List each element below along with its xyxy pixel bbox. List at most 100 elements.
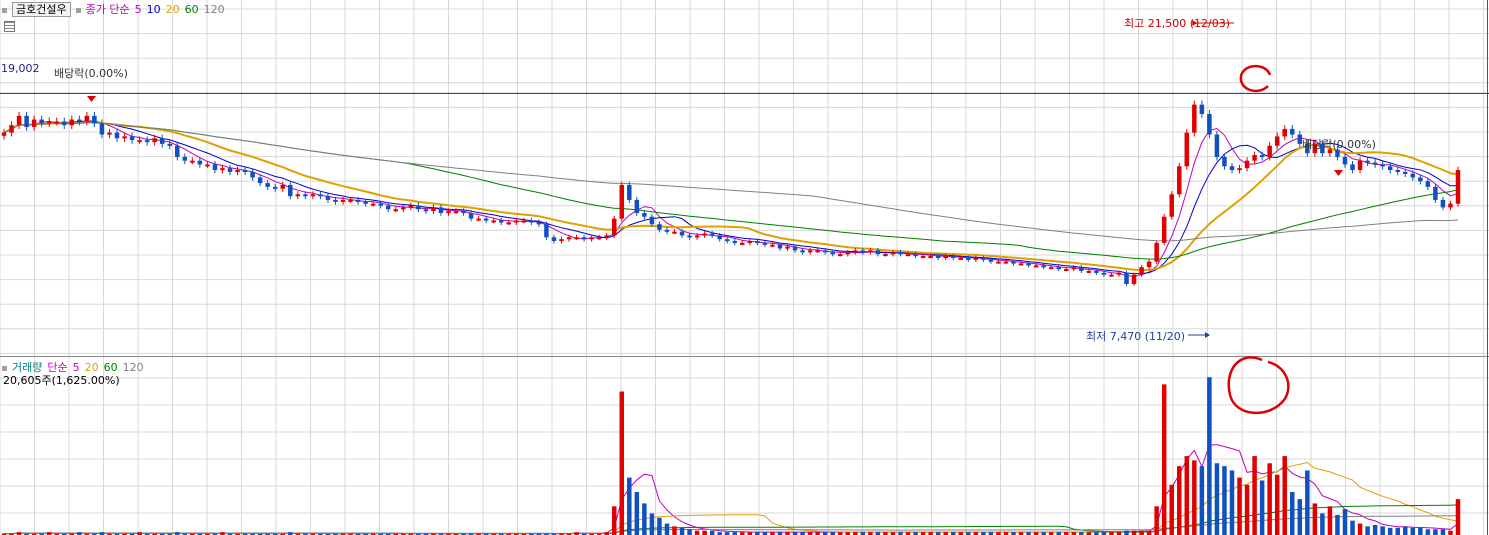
candle — [385, 205, 391, 210]
table-view-icon[interactable] — [4, 21, 15, 32]
candle — [242, 170, 248, 173]
ma-120-label: 120 — [203, 3, 225, 16]
candle — [905, 254, 911, 257]
candle — [1357, 160, 1363, 171]
volume-bar — [1305, 470, 1310, 535]
volume-ma-title: 단순 — [47, 361, 68, 374]
ma-10-label: 10 — [146, 3, 161, 16]
volume-bar — [702, 530, 707, 535]
volume-bar — [687, 529, 692, 535]
candle — [807, 250, 813, 253]
chart-grid — [0, 0, 1489, 535]
volume-bar — [1184, 456, 1190, 535]
candle — [935, 255, 941, 258]
candle — [1124, 272, 1129, 284]
volume-bar — [1139, 530, 1144, 535]
candle — [1448, 203, 1453, 208]
candle — [1455, 170, 1461, 204]
volume-bar — [1342, 509, 1348, 535]
candle — [212, 164, 218, 171]
candle — [657, 224, 662, 230]
candle — [1169, 194, 1174, 217]
annotations — [87, 20, 1343, 415]
candle — [31, 119, 37, 128]
candle — [39, 119, 44, 124]
vol-ma-60-label: 60 — [103, 361, 118, 374]
vol-ma-120-label: 120 — [122, 361, 144, 374]
candle — [1274, 136, 1280, 146]
candle — [355, 199, 361, 202]
candle — [966, 257, 971, 260]
candle — [1342, 156, 1348, 165]
volume-bar — [664, 523, 670, 535]
candle — [453, 211, 459, 214]
candle — [822, 250, 828, 253]
price-moving-averages — [3, 120, 1459, 277]
candle — [1207, 113, 1212, 135]
candle — [996, 261, 1001, 264]
candle — [1, 132, 7, 136]
ma-5-label: 5 — [134, 3, 142, 16]
candle — [770, 244, 775, 247]
volume-bar — [1290, 491, 1295, 535]
candle — [408, 205, 414, 208]
volume-bar — [1207, 377, 1212, 535]
candle — [1372, 162, 1378, 165]
candle — [476, 218, 481, 221]
volume-bar — [1192, 460, 1197, 535]
candle — [1440, 199, 1446, 208]
candle — [310, 194, 316, 197]
volume-bar — [1154, 506, 1159, 535]
volume-bar — [1259, 480, 1265, 535]
candle — [1154, 242, 1159, 262]
volume-bar — [1169, 484, 1174, 535]
volume-bar — [1214, 463, 1220, 535]
candle — [1041, 265, 1046, 268]
candle — [943, 255, 948, 258]
candle — [288, 184, 293, 197]
candle — [875, 250, 881, 255]
volume-bar — [1365, 526, 1370, 535]
candlestick-series — [1, 100, 1461, 286]
vol-ma-20-label: 20 — [84, 361, 99, 374]
volume-bar — [1327, 506, 1333, 535]
candle — [890, 252, 896, 255]
candle — [981, 257, 986, 260]
candle — [566, 237, 572, 240]
dividend-marker-1 — [87, 96, 96, 102]
candle — [423, 209, 429, 212]
dividend-marker-2 — [1334, 170, 1343, 176]
candle — [1237, 168, 1242, 171]
volume-current-label: 20,605주(1,625.00%) — [3, 374, 120, 387]
candle — [24, 115, 29, 128]
volume-bar — [1161, 384, 1167, 535]
low-label: 최저 7,470 (11/20) — [1086, 330, 1186, 343]
candle — [950, 255, 956, 258]
candle — [152, 138, 157, 142]
candle — [498, 220, 504, 223]
volume-bar — [649, 513, 655, 535]
candle — [898, 252, 903, 255]
candle — [1425, 181, 1431, 187]
volume-bar — [672, 526, 677, 535]
candle — [679, 231, 685, 236]
candle — [1018, 263, 1024, 266]
candle — [483, 218, 489, 221]
candle — [370, 203, 376, 206]
candle — [1033, 265, 1039, 268]
candle — [529, 220, 534, 223]
candle — [815, 250, 820, 253]
candle — [1048, 267, 1054, 270]
candle — [1064, 269, 1069, 272]
candle — [837, 254, 843, 257]
volume-bar — [611, 506, 617, 535]
candle — [77, 119, 82, 122]
price-legend: 금호건설우 종가 단순 5 10 20 60 120 — [2, 2, 230, 17]
candle — [988, 259, 994, 262]
candle — [1365, 160, 1370, 163]
candle — [604, 235, 609, 238]
stock-name-button[interactable]: 금호건설우 — [12, 2, 71, 17]
volume-bar — [1222, 466, 1227, 535]
candle — [521, 220, 527, 223]
candle — [318, 194, 323, 197]
